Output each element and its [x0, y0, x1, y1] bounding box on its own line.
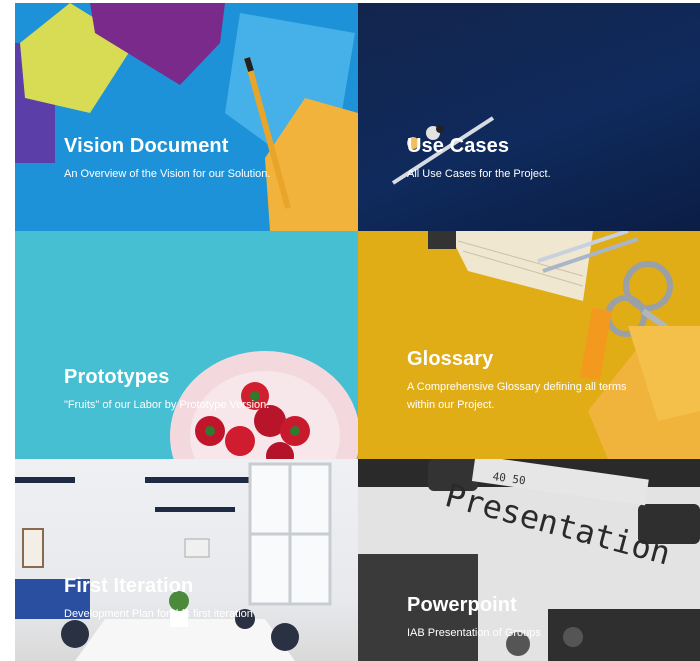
card-glossary[interactable]: Glossary A Comprehensive Glossary defini… — [358, 231, 700, 459]
card-subtitle: IAB Presentation of Groups — [407, 627, 541, 639]
card-first-iteration[interactable]: First Iteration Development Plan for thi… — [15, 459, 358, 661]
card-title: Vision Document — [64, 135, 229, 157]
card-title: Powerpoint — [407, 594, 517, 616]
card-use-cases[interactable]: Use Cases All Use Cases for the Project. — [358, 3, 700, 231]
card-subtitle: A Comprehensive Glossary defining all te… — [407, 381, 627, 411]
card-powerpoint[interactable]: 40 50 Presentation Powerpoint IAB Presen… — [358, 459, 700, 661]
pencil-desk-image — [391, 116, 495, 185]
scissors-desk-image — [428, 231, 700, 459]
card-title: Prototypes — [64, 366, 170, 388]
strawberry-plate-image — [170, 351, 358, 459]
card-grid: Vision Document An Overview of the Visio… — [15, 3, 700, 661]
card-subtitle: Development Plan for this first iteratio… — [64, 608, 253, 620]
card-title: Glossary — [407, 348, 494, 370]
card-prototypes[interactable]: Prototypes "Fruits" of our Labor by Prot… — [15, 231, 358, 459]
meeting-room-image — [15, 462, 332, 661]
card-subtitle: An Overview of the Vision for our Soluti… — [64, 168, 271, 180]
paper-envelopes-image — [15, 3, 358, 231]
card-title: Use Cases — [407, 135, 510, 157]
card-vision-document[interactable]: Vision Document An Overview of the Visio… — [15, 3, 358, 231]
card-title: First Iteration — [64, 575, 194, 597]
card-subtitle: All Use Cases for the Project. — [407, 168, 551, 180]
card-subtitle: "Fruits" of our Labor by Prototype Versi… — [64, 399, 270, 411]
